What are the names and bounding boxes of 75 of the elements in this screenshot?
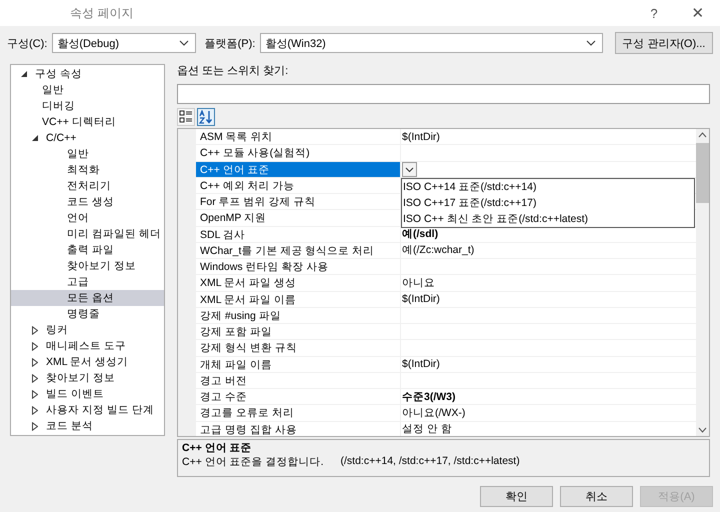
config-manager-button[interactable]: 구성 관리자(O)... (614, 32, 713, 54)
tree-item[interactable]: 일반 (11, 146, 164, 162)
tree-item[interactable]: 찾아보기 정보 (11, 370, 164, 386)
property-name[interactable]: 경고 수준 (196, 389, 401, 406)
property-value[interactable]: 아니요 (401, 275, 696, 292)
property-name[interactable]: Windows 런타임 확장 사용 (196, 259, 401, 276)
search-field[interactable] (177, 84, 710, 104)
property-name[interactable]: 경고 버전 (196, 372, 401, 389)
tree-item[interactable]: 언어 (11, 210, 164, 226)
scroll-thumb[interactable] (696, 143, 709, 203)
tree-item[interactable]: 코드 생성 (11, 194, 164, 210)
property-value[interactable]: 아니요(/WX-) (401, 405, 696, 422)
tree-item[interactable]: 구성 속성 (11, 66, 164, 82)
property-value[interactable]: 수준3(/W3) (401, 389, 696, 406)
tree-item[interactable]: 디버깅 (11, 98, 164, 114)
property-name[interactable]: XML 문서 파일 생성 (196, 275, 401, 292)
platform-label: 플랫폼(P): (204, 36, 256, 50)
tree-item[interactable]: 미리 컴파일된 헤더 (11, 226, 164, 242)
scrollbar[interactable] (696, 129, 709, 436)
categorized-view-button[interactable] (177, 108, 195, 126)
config-dropdown[interactable]: 활성(Debug) (52, 33, 196, 53)
sort-az-button[interactable] (197, 108, 215, 126)
property-name[interactable]: 강제 #using 파일 (196, 308, 401, 324)
tree-item[interactable]: XML 문서 생성기 (11, 354, 164, 370)
property-value[interactable]: $(IntDir) (401, 129, 696, 146)
platform-dropdown[interactable]: 활성(Win32) (260, 33, 603, 53)
search-label: 옵션 또는 스위치 찾기: (177, 64, 290, 79)
tree-item[interactable]: 고급 (11, 274, 164, 290)
property-name[interactable]: C++ 예외 처리 가능 (196, 178, 401, 194)
collapse-triangle-icon[interactable] (21, 71, 27, 77)
property-name[interactable]: 경고를 오류로 처리 (196, 405, 401, 422)
property-name[interactable]: 강제 포함 파일 (196, 324, 401, 340)
collapse-triangle-icon[interactable] (32, 135, 38, 141)
tree-item[interactable]: 명령줄 (11, 306, 164, 322)
tree-item[interactable]: 매니페스트 도구 (11, 338, 164, 354)
tree-item[interactable]: VC++ 디렉터리 (11, 114, 164, 130)
property-name[interactable]: 고급 명령 집합 사용 (196, 422, 401, 436)
description-text: C++ 언어 표준을 결정합니다. (182, 455, 324, 469)
property-value[interactable]: 예(/Zc:wchar_t) (401, 242, 696, 259)
property-name[interactable]: OpenMP 지원 (196, 210, 401, 226)
window-title: 속성 페이지 (70, 4, 134, 22)
tree-item[interactable]: C/C++ (11, 130, 164, 146)
tree-item[interactable]: 전처리기 (11, 178, 164, 194)
config-label: 구성(C): (7, 36, 48, 50)
property-name[interactable]: SDL 검사 (196, 226, 401, 243)
tree-item[interactable]: 출력 파일 (11, 242, 164, 258)
dropdown-option[interactable]: ISO C++ 최신 초안 표준(/std:c++latest) (402, 210, 694, 227)
tree-item[interactable]: 찾아보기 정보 (11, 258, 164, 274)
tree-item[interactable]: 코드 분석 (11, 418, 164, 434)
dropdown-button[interactable] (402, 162, 417, 177)
property-name[interactable]: 개체 파일 이름 (196, 356, 401, 373)
tree-item[interactable]: 빌드 이벤트 (11, 386, 164, 402)
property-name[interactable]: XML 문서 파일 이름 (196, 292, 401, 308)
property-name[interactable]: ASM 목록 위치 (196, 129, 401, 146)
dialog-button[interactable]: 취소 (560, 486, 633, 507)
tree-item[interactable]: 일반 (11, 82, 164, 98)
dropdown-option[interactable]: ISO C++17 표준(/std:c++17) (402, 194, 694, 211)
property-name[interactable]: C++ 언어 표준 (196, 162, 401, 178)
chevron-down-icon (586, 40, 596, 46)
help-button[interactable]: ? (632, 6, 676, 20)
property-name[interactable]: WChar_t를 기본 제공 형식으로 처리 (196, 242, 401, 259)
property-name[interactable]: For 루프 범위 강제 규칙 (196, 194, 401, 210)
property-name[interactable]: 강제 형식 변환 규칙 (196, 340, 401, 356)
tree-item[interactable]: 사용자 지정 빌드 단계 (11, 402, 164, 418)
dropdown-option[interactable]: ISO C++14 표준(/std:c++14) (402, 178, 694, 195)
property-value[interactable]: $(IntDir) (401, 356, 696, 373)
tree-item[interactable]: 모든 옵션 (11, 290, 164, 306)
description-title: C++ 언어 표준 (182, 441, 253, 455)
property-value[interactable]: $(IntDir) (401, 292, 696, 308)
chevron-down-icon (178, 40, 189, 46)
tree-item[interactable]: 최적화 (11, 162, 164, 178)
description-switches: (/std:c++14, /std:c++17, /std:c++latest) (340, 455, 520, 469)
dialog-button[interactable]: 확인 (480, 486, 553, 507)
close-button[interactable]: ✕ (676, 4, 720, 22)
tree-item[interactable]: 링커 (11, 322, 164, 338)
